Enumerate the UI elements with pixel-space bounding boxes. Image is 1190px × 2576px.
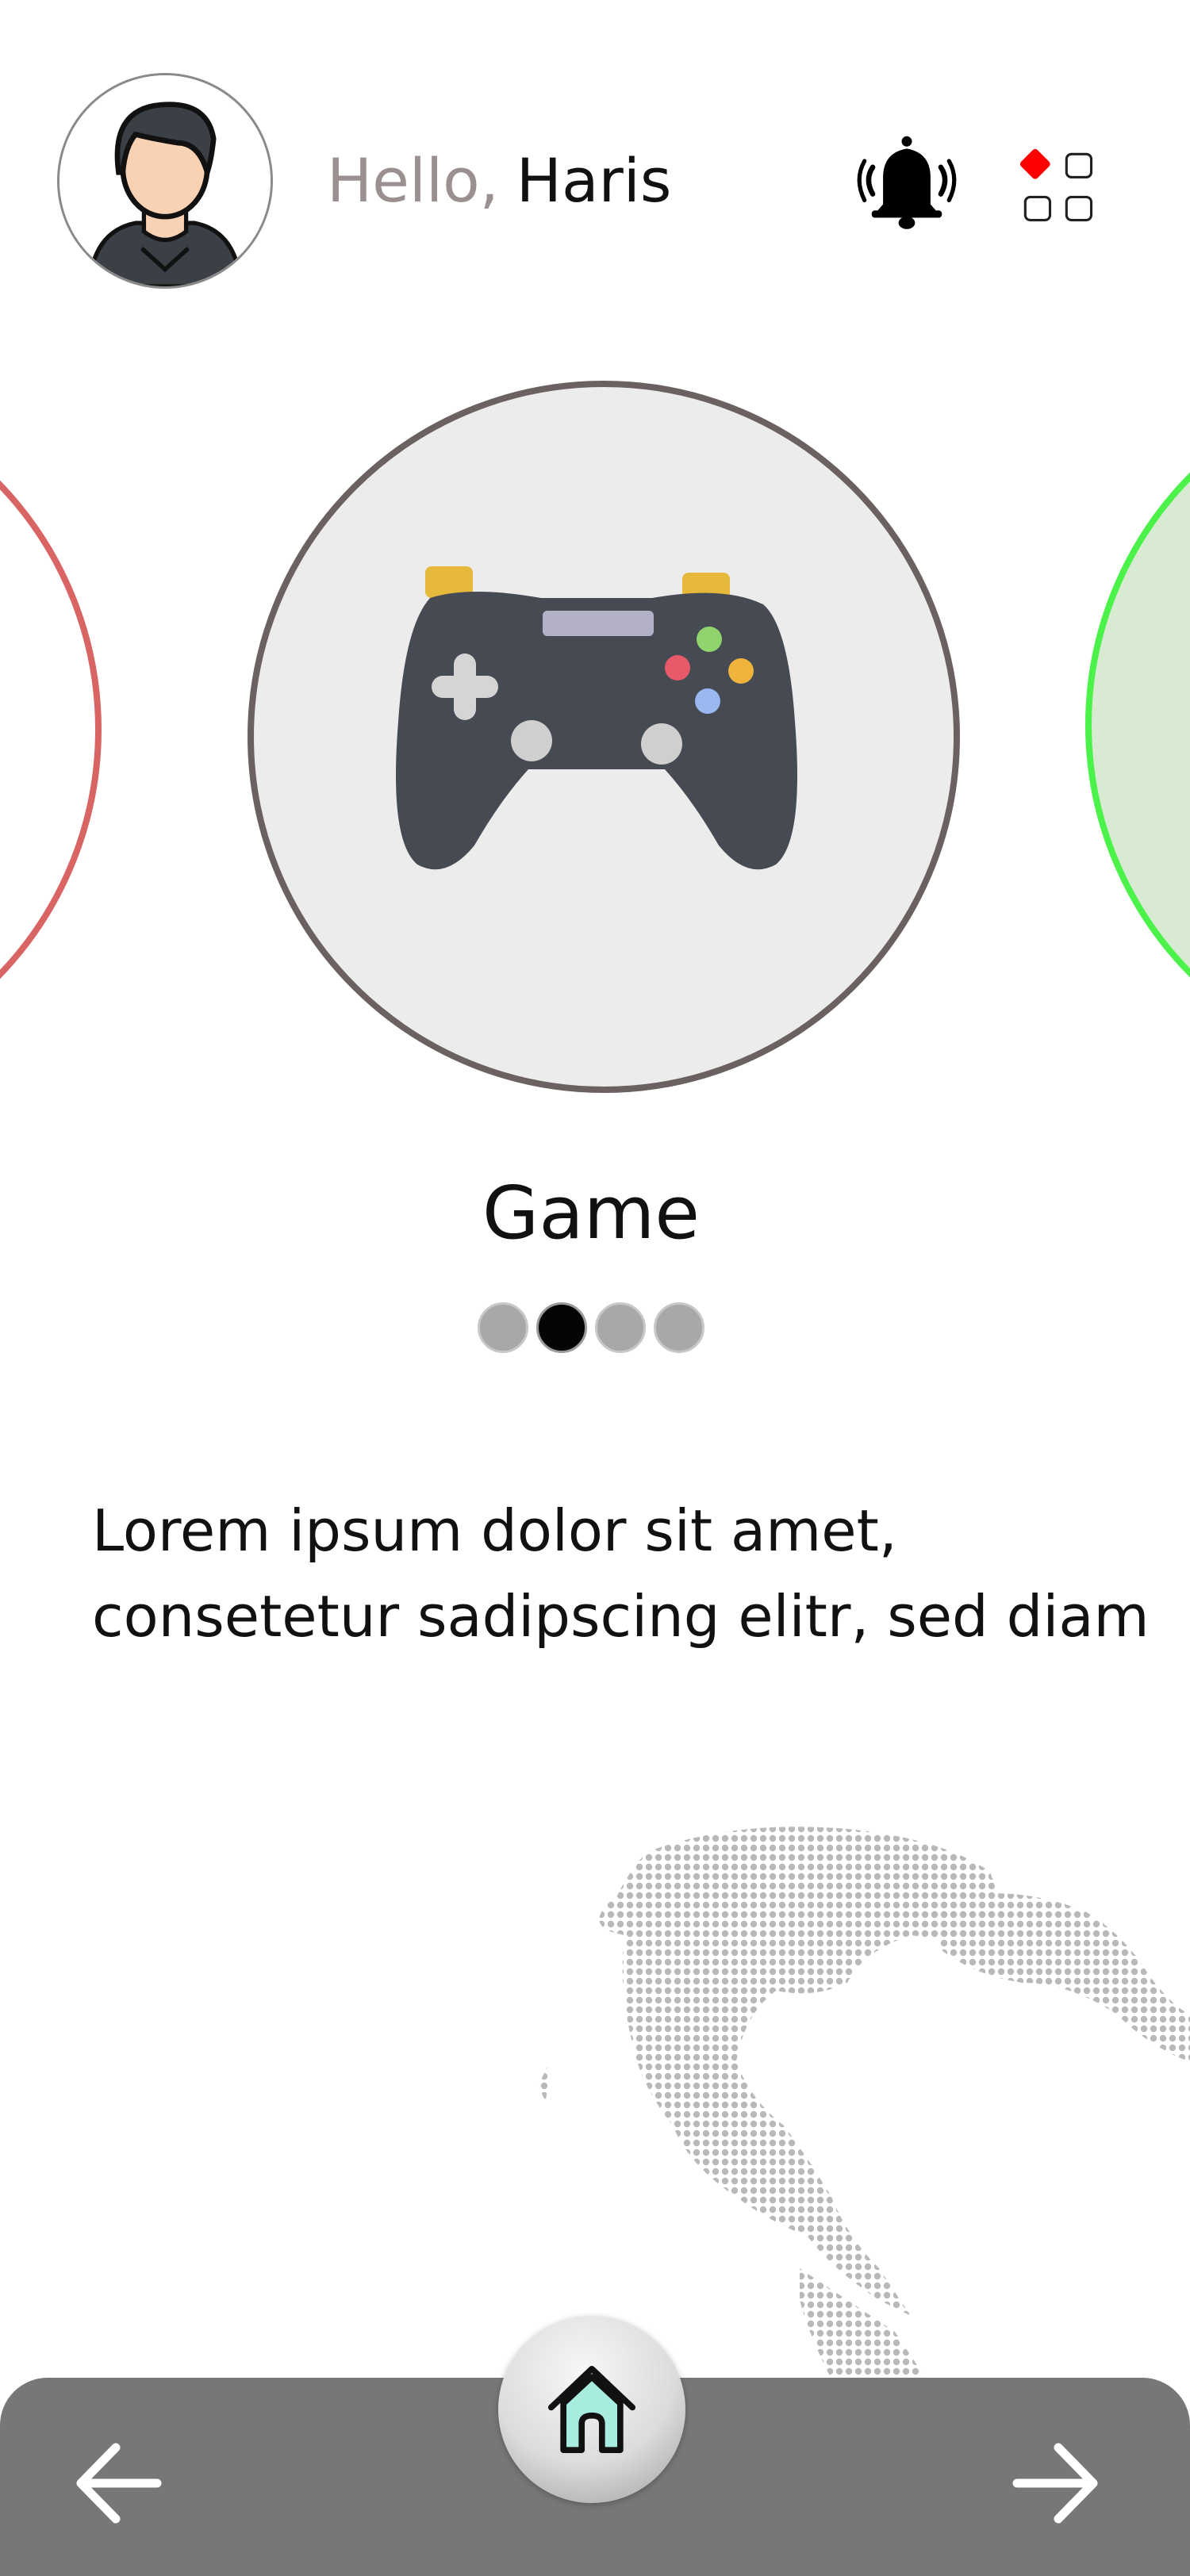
previous-category-card[interactable]: [0, 373, 102, 1087]
gamepad-icon: [396, 566, 797, 870]
home-icon: [547, 2365, 636, 2454]
avatar[interactable]: [57, 73, 273, 289]
page-dot[interactable]: [654, 1302, 704, 1353]
page-dot[interactable]: [595, 1302, 646, 1353]
next-button[interactable]: [1006, 2440, 1104, 2527]
next-category-card[interactable]: [1085, 368, 1190, 1082]
page-dot-active[interactable]: [536, 1302, 587, 1353]
category-description: Lorem ipsum dolor sit amet, consetetur s…: [92, 1497, 1150, 1650]
notification-button[interactable]: [855, 130, 958, 233]
page-dot[interactable]: [478, 1302, 528, 1353]
back-button[interactable]: [70, 2440, 168, 2527]
user-name: Haris: [516, 145, 672, 216]
carousel-page-indicator: [478, 1302, 704, 1353]
arrow-left-icon: [76, 2443, 162, 2524]
home-button[interactable]: [498, 2316, 685, 2503]
arrow-right-icon: [1012, 2443, 1098, 2524]
greeting: Hello, Haris: [327, 141, 671, 220]
app-grid-icon: [1019, 148, 1093, 222]
user-avatar-icon: [60, 75, 271, 286]
category-title: Game: [482, 1171, 700, 1255]
dotted-globe-illustration: [538, 1827, 1190, 2379]
app-screen: Hello, Haris Game Lorem ipsum dolor sit …: [0, 0, 1190, 2576]
apps-menu-button[interactable]: [1019, 148, 1101, 230]
greeting-text: Hello,: [327, 145, 499, 216]
bell-ringing-icon: [857, 136, 957, 229]
